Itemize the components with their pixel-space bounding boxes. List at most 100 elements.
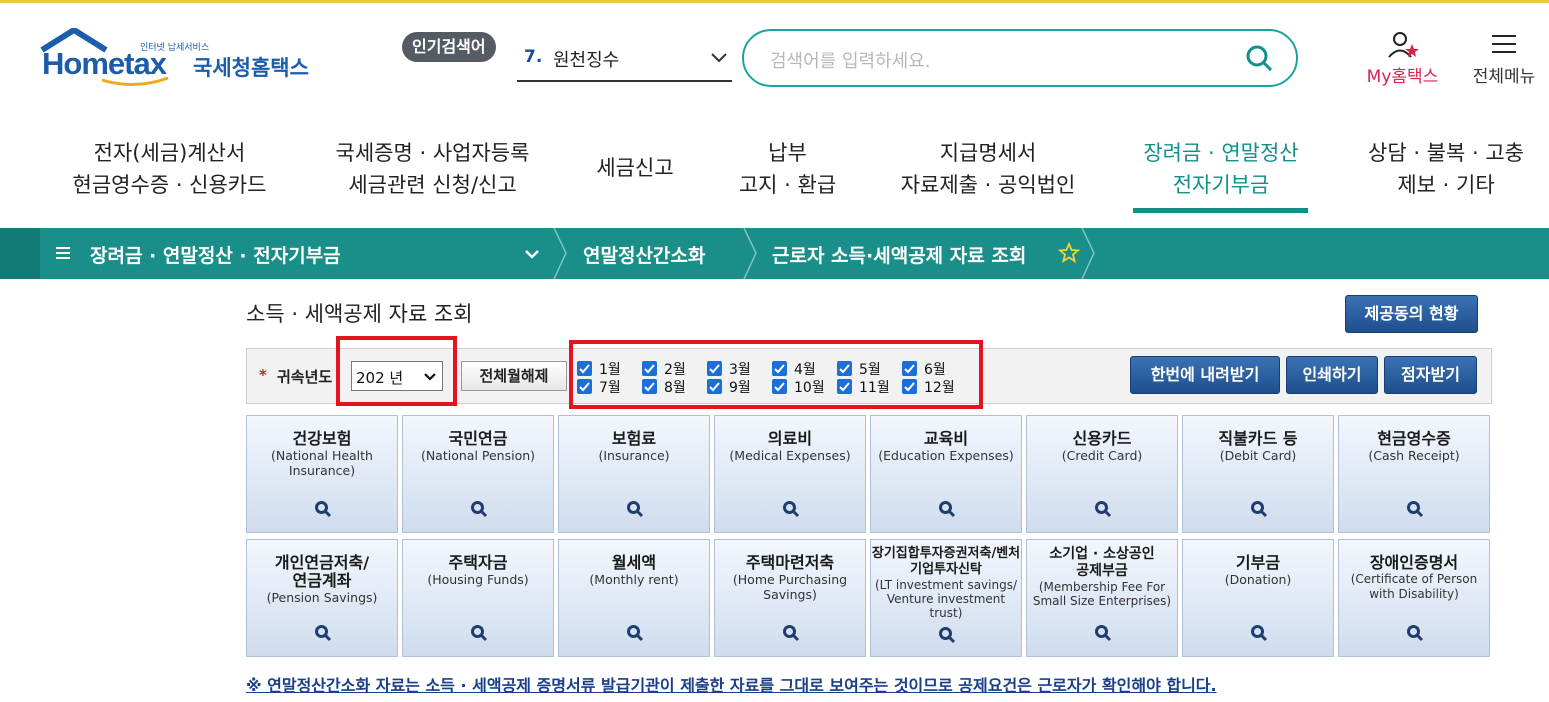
nav-item-consult[interactable]: 상담 · 불복 · 고충 제보 · 기타 bbox=[1355, 137, 1537, 201]
magnifier-icon bbox=[1251, 501, 1268, 518]
nav-item-line1: 납부 bbox=[768, 141, 807, 165]
tile-subtitle: (Cash Receipt) bbox=[1368, 448, 1460, 463]
search-placeholder: 검색어를 입력하세요. bbox=[770, 51, 931, 72]
tile-small-enterprise-fee[interactable]: 소기업 · 소상공인 공제부금 (Membership Fee For Smal… bbox=[1026, 539, 1178, 657]
logo-swoosh bbox=[101, 76, 169, 87]
tile-title: 소기업 · 소상공인 공제부금 bbox=[1049, 546, 1155, 579]
breadcrumb: 장려금 · 연말정산 · 전자기부금 연말정산간소화 근로자 소득·세액공제 자… bbox=[0, 228, 1549, 279]
tile-housing-funds[interactable]: 주택자금 (Housing Funds) bbox=[402, 539, 554, 657]
breadcrumb-sub[interactable]: 연말정산간소화 bbox=[583, 241, 705, 268]
tile-title: 기부금 bbox=[1235, 553, 1281, 572]
tile-health-insurance[interactable]: 건강보험 (National Health Insurance) bbox=[246, 415, 398, 533]
tile-subtitle: (Credit Card) bbox=[1061, 448, 1143, 463]
magnifier-icon bbox=[783, 625, 800, 642]
top-accent-bar bbox=[0, 0, 1549, 3]
magnifier-icon bbox=[783, 501, 800, 518]
magnifier-icon bbox=[1095, 501, 1112, 518]
nav-item-tax-filing[interactable]: 세금신고 bbox=[580, 152, 690, 184]
tile-title: 개인연금저축/연금계좌 bbox=[274, 553, 370, 590]
chevron-down-icon[interactable] bbox=[522, 244, 542, 264]
tile-donation[interactable]: 기부금 (Donation) bbox=[1182, 539, 1334, 657]
main-nav: 전자(세금)계산서 현금영수증 · 신용카드 국세증명 · 사업자등록 세금관련… bbox=[0, 132, 1549, 222]
search-icon[interactable] bbox=[1244, 43, 1274, 73]
tile-national-pension[interactable]: 국민연금 (National Pension) bbox=[402, 415, 554, 533]
tile-subtitle: (National Health Insurance) bbox=[271, 448, 373, 478]
nav-item-statements[interactable]: 지급명세서 자료제출 · 공익법인 bbox=[888, 137, 1088, 201]
magnifier-icon bbox=[627, 625, 644, 642]
tile-subtitle: (Home Purchasing Savings) bbox=[732, 572, 848, 602]
tile-debit-card[interactable]: 직불카드 등 (Debit Card) bbox=[1182, 415, 1334, 533]
tile-education-expenses[interactable]: 교육비 (Education Expenses) bbox=[870, 415, 1022, 533]
magnifier-icon bbox=[1407, 501, 1424, 518]
tile-subtitle: (Insurance) bbox=[598, 448, 670, 463]
tile-subtitle: (Medical Expenses) bbox=[729, 448, 851, 463]
tile-lt-investment-savings[interactable]: 장기집합투자증권저축/벤처기업투자신탁 (LT investment savin… bbox=[870, 539, 1022, 657]
tile-pension-savings[interactable]: 개인연금저축/연금계좌 (Pension Savings) bbox=[246, 539, 398, 657]
required-mark: * bbox=[259, 366, 267, 384]
magnifier-icon bbox=[471, 501, 488, 518]
nav-item-e-invoice[interactable]: 전자(세금)계산서 현금영수증 · 신용카드 bbox=[62, 137, 277, 201]
tile-insurance[interactable]: 보험료 (Insurance) bbox=[558, 415, 710, 533]
tile-credit-card[interactable]: 신용카드 (Credit Card) bbox=[1026, 415, 1178, 533]
breadcrumb-section[interactable]: 장려금 · 연말정산 · 전자기부금 bbox=[90, 241, 341, 268]
nav-item-line1: 세금신고 bbox=[596, 156, 674, 180]
consent-status-button[interactable]: 제공동의 현황 bbox=[1345, 295, 1478, 333]
year-label: 귀속년도 bbox=[277, 368, 333, 386]
nav-item-line2: 고지 · 환급 bbox=[738, 173, 837, 197]
print-button[interactable]: 인쇄하기 bbox=[1286, 356, 1378, 394]
nav-item-line1: 전자(세금)계산서 bbox=[93, 141, 246, 165]
tile-title: 신용카드 bbox=[1072, 429, 1132, 448]
all-menu-button[interactable]: 전체메뉴 bbox=[1462, 30, 1546, 90]
magnifier-icon bbox=[1251, 625, 1268, 642]
magnifier-icon bbox=[315, 501, 332, 518]
tile-subtitle: (Membership Fee For Small Size Enterpris… bbox=[1032, 580, 1172, 608]
magnifier-icon bbox=[939, 501, 956, 518]
nav-item-line2: 제보 · 기타 bbox=[1397, 173, 1495, 197]
nav-item-payment[interactable]: 납부 고지 · 환급 bbox=[725, 137, 850, 201]
tile-title: 건강보험 bbox=[292, 429, 352, 448]
tile-title: 주택자금 bbox=[448, 553, 508, 572]
tile-title: 장애인증명서 bbox=[1369, 553, 1459, 572]
hometax-logo[interactable]: 인터넷 납세서비스 Hometax 국세청홈택스 bbox=[40, 28, 330, 98]
tile-disability-certificate[interactable]: 장애인증명서 (Certificate of Person with Disab… bbox=[1338, 539, 1490, 657]
magnifier-icon bbox=[939, 627, 956, 644]
magnifier-icon bbox=[315, 625, 332, 642]
tile-medical-expenses[interactable]: 의료비 (Medical Expenses) bbox=[714, 415, 866, 533]
tile-subtitle: (Monthly rent) bbox=[589, 572, 679, 587]
popular-search-badge: 인기검색어 bbox=[402, 32, 496, 62]
nav-item-certificates[interactable]: 국세증명 · 사업자등록 세금관련 신청/신고 bbox=[325, 137, 540, 201]
tile-title: 장기집합투자증권저축/벤처기업투자신탁 bbox=[871, 546, 1021, 577]
tile-subtitle: (Certificate of Person with Disability) bbox=[1350, 572, 1478, 601]
notice-text: ※ 연말정산간소화 자료는 소득 · 세액공제 증명서류 발급기관이 제출한 자… bbox=[246, 676, 1217, 695]
tile-title: 보험료 bbox=[611, 429, 657, 448]
highlight-box-year bbox=[336, 336, 457, 406]
tile-home-purchasing-savings[interactable]: 주택마련저축 (Home Purchasing Savings) bbox=[714, 539, 866, 657]
nav-item-line1: 상담 · 불복 · 고충 bbox=[1368, 141, 1524, 165]
logo-korean-name: 국세청홈택스 bbox=[193, 56, 309, 80]
tile-subtitle: (Housing Funds) bbox=[427, 572, 529, 587]
download-all-button[interactable]: 한번에 내려받기 bbox=[1130, 356, 1280, 394]
magnifier-icon bbox=[627, 501, 644, 518]
popular-rank: 7. bbox=[524, 47, 543, 67]
unselect-all-months-button[interactable]: 전체월해제 bbox=[461, 361, 567, 391]
braille-button[interactable]: 점자받기 bbox=[1384, 356, 1477, 394]
nav-item-line2: 세금관련 신청/신고 bbox=[348, 173, 517, 197]
nav-item-line1: 국세증명 · 사업자등록 bbox=[335, 141, 530, 165]
breadcrumb-page[interactable]: 근로자 소득·세액공제 자료 조회 bbox=[772, 241, 1026, 268]
tile-subtitle: (Debit Card) bbox=[1219, 448, 1297, 463]
my-hometax-button[interactable]: My홈택스 bbox=[1355, 30, 1450, 90]
tile-cash-receipt[interactable]: 현금영수증 (Cash Receipt) bbox=[1338, 415, 1490, 533]
magnifier-icon bbox=[471, 625, 488, 642]
nav-item-line2: 전자기부금 bbox=[1172, 173, 1270, 197]
nav-item-year-end[interactable]: 장려금 · 연말정산 전자기부금 bbox=[1125, 137, 1317, 201]
tile-subtitle: (LT investment savings/ Venture investme… bbox=[875, 578, 1017, 620]
tile-title: 국민연금 bbox=[448, 429, 508, 448]
breadcrumb-home-block bbox=[0, 228, 40, 279]
star-icon[interactable] bbox=[1058, 242, 1080, 264]
hamburger-icon bbox=[56, 247, 70, 259]
user-icon bbox=[1387, 32, 1419, 58]
search-input[interactable]: 검색어를 입력하세요. bbox=[742, 29, 1298, 87]
popular-search-select[interactable]: 7. 원천징수 bbox=[517, 38, 732, 82]
chevron-down-icon bbox=[711, 53, 727, 63]
tile-monthly-rent[interactable]: 월세액 (Monthly rent) bbox=[558, 539, 710, 657]
